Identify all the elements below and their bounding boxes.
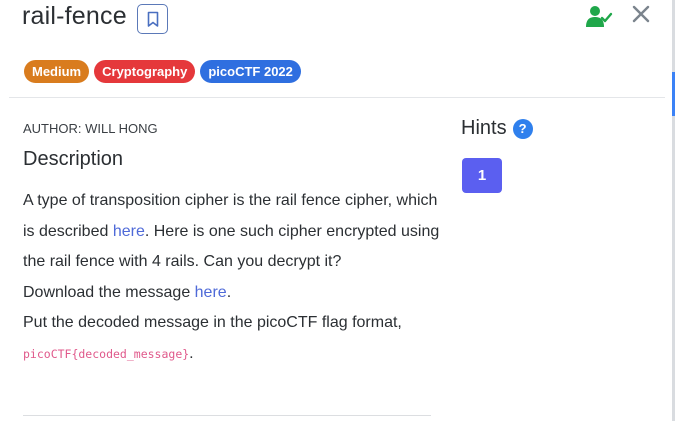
tag-list: Medium Cryptography picoCTF 2022 — [24, 60, 301, 83]
download-line: Download the message — [23, 283, 195, 301]
flag-format-code: picoCTF{decoded_message} — [23, 346, 190, 361]
event-badge: picoCTF 2022 — [200, 60, 301, 83]
bookmark-icon — [147, 11, 158, 27]
description-link[interactable]: here — [113, 223, 145, 240]
download-link[interactable]: here — [195, 284, 227, 301]
bookmark-button[interactable] — [137, 4, 168, 34]
hint-button-1[interactable]: 1 — [462, 158, 502, 193]
divider — [23, 415, 431, 416]
close-icon[interactable] — [631, 4, 651, 24]
divider — [9, 97, 665, 98]
hints-title: Hints — [461, 117, 507, 139]
author-label: AUTHOR: WILL HONG — [23, 121, 158, 136]
description-text: A type of transposition cipher is the ra… — [23, 186, 443, 369]
category-badge: Cryptography — [94, 60, 196, 83]
flag-format-line: Put the decoded message in the picoCTF f… — [23, 314, 402, 331]
description-heading: Description — [23, 148, 124, 170]
hints-heading: Hints ? — [461, 117, 533, 140]
difficulty-badge: Medium — [24, 60, 90, 83]
user-check-icon — [586, 6, 613, 27]
help-icon[interactable]: ? — [512, 118, 533, 139]
challenge-header: rail-fence Medium Cryptography picoCTF 2… — [0, 0, 672, 98]
flag-format-end: . — [189, 344, 194, 362]
challenge-title: rail-fence — [22, 2, 127, 30]
download-line-end: . — [226, 283, 232, 301]
